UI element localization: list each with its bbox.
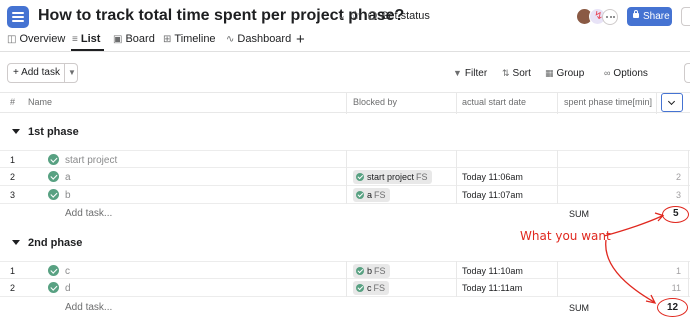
annotation-arrow-upper xyxy=(603,215,663,237)
annotation-arrows xyxy=(603,212,665,304)
annotation-arrow-lower xyxy=(605,239,655,303)
